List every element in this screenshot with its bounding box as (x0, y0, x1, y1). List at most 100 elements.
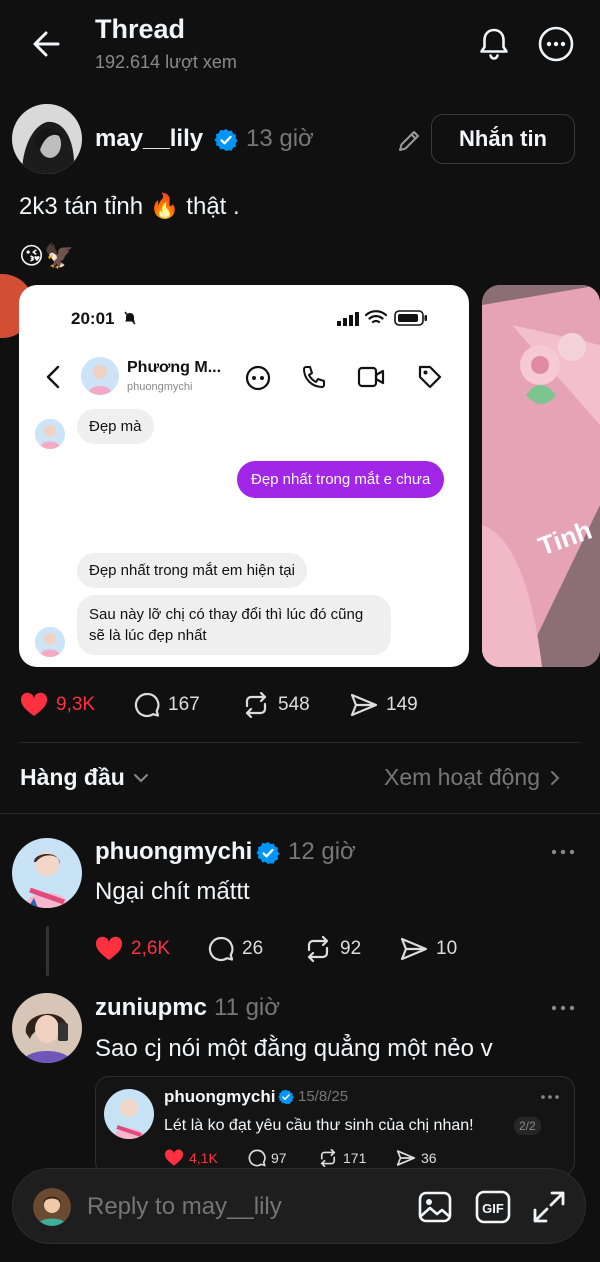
comment-more-button[interactable] (550, 846, 576, 858)
image-attach-button[interactable] (417, 1189, 453, 1225)
comment-text: Sao cj nói một đằng quẳng một nẻo v (95, 1035, 493, 1062)
verified-icon (256, 842, 280, 864)
sort-label: Hàng đầu (20, 764, 125, 790)
chat-contact-avatar (81, 357, 119, 395)
post-image-card-photo[interactable]: Tinh (482, 285, 600, 667)
chat-back-icon (46, 365, 60, 389)
repost-icon (307, 936, 329, 962)
chat-bubble-left: Đẹp mà (77, 409, 154, 444)
reply-bar: GIF (12, 1168, 586, 1244)
quoted-comment: 97 (248, 1149, 287, 1167)
comment-avatar[interactable] (12, 838, 82, 908)
chevron-right-icon (551, 770, 560, 785)
video-call-icon (357, 366, 385, 388)
phone-icon (303, 366, 325, 388)
reply-input[interactable] (87, 1187, 387, 1227)
more-horizontal-icon (551, 1005, 575, 1011)
tag-icon (418, 365, 442, 389)
quoted-text: Lét là ko đạt yêu cầu thư sinh của chị n… (164, 1117, 474, 1134)
thread-line (46, 926, 49, 976)
quoted-page-indicator: 2/2 (514, 1117, 541, 1135)
post-author-name[interactable]: may__lily (95, 125, 203, 153)
message-button[interactable]: Nhắn tin (431, 114, 575, 164)
expand-arrows-icon (533, 1191, 565, 1223)
verified-badge (278, 1089, 294, 1105)
comment-avatar[interactable] (12, 993, 82, 1063)
comment-more-button[interactable] (550, 1002, 576, 1014)
heart-filled-icon (164, 1149, 184, 1166)
comment-button[interactable]: 26 (208, 936, 263, 962)
repost-icon (320, 1149, 336, 1167)
repost-button[interactable]: 548 (242, 692, 310, 718)
chevron-down-icon (133, 773, 148, 782)
comment-bubble-icon (208, 936, 234, 962)
mute-bell-icon (124, 311, 136, 325)
user-avatar (33, 1188, 71, 1226)
quoted-avatar (104, 1089, 154, 1139)
quoted-post[interactable]: phuongmychi 15/8/25 Lét là ko đạt yêu cầ… (95, 1076, 575, 1176)
battery-icon (394, 310, 427, 326)
like-button[interactable]: 9,3K (20, 692, 95, 718)
share-button[interactable]: 149 (350, 692, 418, 718)
comment-count: 167 (168, 694, 200, 715)
comment-count: 26 (242, 938, 264, 959)
status-bar-time: 20:01 (71, 309, 115, 328)
back-button[interactable] (28, 26, 68, 62)
comment-bubble-icon (134, 692, 160, 718)
post-emoji: 😘🦅 (19, 243, 74, 270)
page-title: Thread (95, 14, 186, 44)
gif-button[interactable]: GIF (475, 1189, 511, 1225)
more-options-button[interactable] (536, 24, 576, 64)
repost-count: 92 (340, 938, 362, 959)
view-count: 192.614 lượt xem (95, 52, 237, 72)
comment-time: 12 giờ (288, 838, 356, 865)
share-count: 10 (436, 938, 458, 959)
post-time: 13 giờ (246, 125, 314, 152)
comment-button[interactable]: 167 (134, 692, 200, 718)
view-activity-label: Xem hoạt động (384, 764, 541, 790)
image-icon (418, 1191, 452, 1223)
comment-author-name[interactable]: zuniupmc (95, 994, 207, 1022)
notification-button[interactable] (474, 24, 514, 64)
share-count: 149 (386, 694, 418, 715)
expand-button[interactable] (531, 1189, 567, 1225)
comment-author-name[interactable]: phuongmychi (95, 838, 252, 866)
send-icon (396, 1150, 416, 1166)
comment-bubble-icon (248, 1149, 266, 1167)
quoted-repost: 171 (318, 1149, 366, 1167)
repost-icon (245, 692, 267, 718)
comment-text: Ngại chít mấttt (95, 878, 250, 905)
like-count: 2,6K (131, 938, 171, 959)
like-button[interactable]: 2,6K (95, 936, 170, 962)
wifi-icon (365, 310, 387, 324)
avatar[interactable] (12, 104, 82, 174)
more-circle-icon (538, 26, 574, 62)
heart-filled-icon (20, 692, 48, 716)
arrow-left-icon (33, 31, 60, 57)
quoted-repost-count: 171 (343, 1150, 367, 1166)
chat-bubble-avatar (35, 627, 65, 657)
quoted-share-count: 36 (421, 1150, 437, 1166)
chat-bubble-avatar (35, 419, 65, 449)
chat-contact-handle: phuongmychi (127, 381, 193, 393)
quoted-like-count: 4,1K (189, 1150, 218, 1166)
post-image-chat-screenshot[interactable]: 20:01 Phương M... phuongmychi Đẹp mà Đẹp… (19, 285, 469, 667)
gif-icon: GIF (475, 1190, 511, 1224)
quoted-share: 36 (396, 1149, 437, 1167)
verified-badge (214, 128, 238, 152)
quoted-comment-count: 97 (271, 1150, 287, 1166)
signal-icon (337, 312, 359, 326)
chat-contact-name: Phương M... (127, 359, 222, 376)
chat-bubble-right: Đẹp nhất trong mắt e chưa (237, 461, 445, 498)
more-horizontal-icon (551, 849, 575, 855)
share-button[interactable]: 10 (400, 936, 457, 962)
divider (0, 813, 600, 814)
edit-button[interactable] (394, 126, 424, 156)
view-activity-link[interactable]: Xem hoạt động (384, 764, 560, 791)
sort-dropdown[interactable]: Hàng đầu (20, 764, 149, 791)
bell-icon (480, 28, 508, 60)
comment-time: 11 giờ (214, 994, 280, 1021)
repost-button[interactable]: 92 (304, 936, 361, 962)
send-icon (350, 693, 378, 717)
post-text: 2k3 tán tỉnh 🔥 thật . (19, 193, 240, 220)
